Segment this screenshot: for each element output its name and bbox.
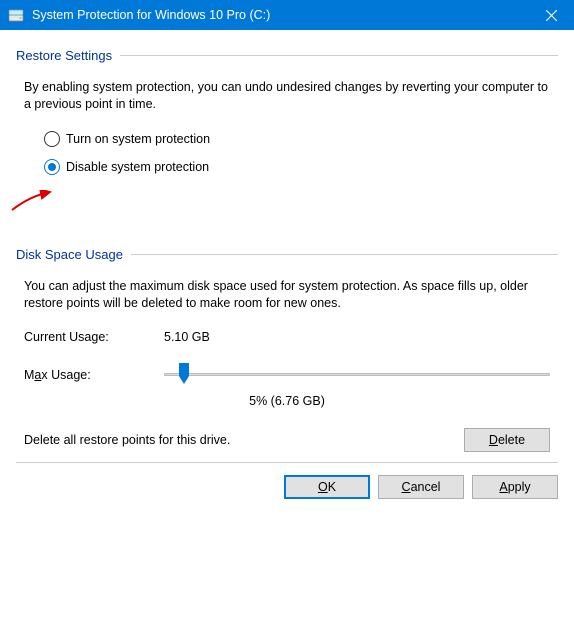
radio-turn-on-label: Turn on system protection [66, 132, 210, 146]
restore-settings-label: Restore Settings [16, 48, 112, 63]
radio-icon-on [44, 159, 60, 175]
titlebar: System Protection for Windows 10 Pro (C:… [0, 0, 574, 30]
slider-value-display: 5% (6.76 GB) [16, 394, 558, 408]
delete-button[interactable]: Delete [464, 428, 550, 452]
divider-line [120, 55, 558, 56]
current-usage-value: 5.10 GB [164, 330, 210, 344]
cancel-button[interactable]: Cancel [378, 475, 464, 499]
divider-line [131, 254, 558, 255]
radio-disable-label: Disable system protection [66, 160, 209, 174]
current-usage-label: Current Usage: [24, 330, 164, 344]
dialog-footer: OK Cancel Apply [0, 475, 574, 511]
slider-thumb[interactable] [178, 362, 190, 386]
footer-divider [16, 462, 558, 463]
radio-disable[interactable]: Disable system protection [44, 159, 558, 175]
radio-turn-on[interactable]: Turn on system protection [44, 131, 558, 147]
disk-space-label: Disk Space Usage [16, 247, 123, 262]
delete-description: Delete all restore points for this drive… [24, 433, 464, 447]
ok-button[interactable]: OK [284, 475, 370, 499]
window-title: System Protection for Windows 10 Pro (C:… [32, 8, 529, 22]
disk-space-heading: Disk Space Usage [16, 247, 558, 262]
restore-settings-heading: Restore Settings [16, 48, 558, 63]
disk-description: You can adjust the maximum disk space us… [24, 278, 550, 312]
max-usage-slider[interactable] [164, 362, 550, 388]
radio-icon-off [44, 131, 60, 147]
max-usage-label: Max Usage: [24, 368, 164, 382]
restore-description: By enabling system protection, you can u… [24, 79, 550, 113]
close-button[interactable] [529, 0, 574, 30]
drive-icon [8, 7, 24, 23]
apply-button[interactable]: Apply [472, 475, 558, 499]
